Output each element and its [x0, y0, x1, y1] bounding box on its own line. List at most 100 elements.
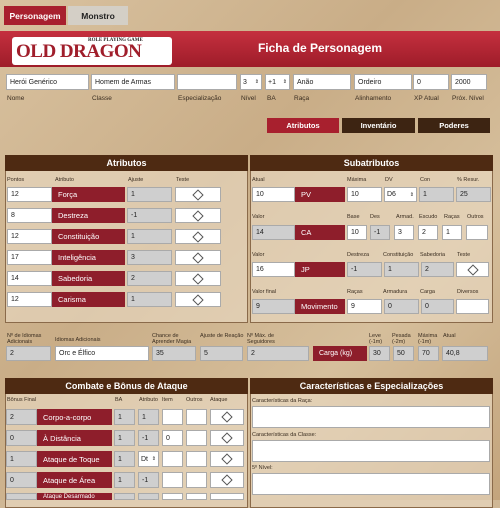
tab-monstro[interactable]: Monstro: [68, 6, 128, 25]
mov-armadura-field: 0: [384, 299, 419, 314]
jp-teste-label: Teste: [457, 252, 471, 258]
idiomas-add-label: Idiomas Adicionais: [55, 337, 101, 343]
dice-icon[interactable]: [210, 430, 244, 446]
combat-item-field[interactable]: [162, 409, 183, 425]
attr-points-carisma[interactable]: 12: [7, 292, 52, 307]
ca-outros-label: Outros: [467, 214, 484, 220]
mov-carga-field: 0: [421, 299, 454, 314]
name-field[interactable]: Herói Genérico: [6, 74, 89, 90]
ca-valor-label: Valor: [252, 214, 265, 220]
pv-atual-field[interactable]: 10: [252, 187, 295, 202]
combat-bonus-field: 2: [6, 409, 37, 425]
mov-carga-label: Carga: [420, 289, 435, 295]
ca-base-field[interactable]: 10: [347, 225, 367, 240]
attr-points-constituicao[interactable]: 12: [7, 229, 52, 244]
xp-label: XP Atual: [414, 95, 439, 102]
seguidores-label: Nº Máx. de Seguidores: [247, 333, 275, 345]
classe-textarea[interactable]: [252, 440, 490, 462]
dice-icon[interactable]: [175, 187, 221, 202]
mov-name: Movimento: [295, 299, 345, 314]
mov-racas-label: Raças: [347, 289, 363, 295]
pv-dv-select[interactable]: D6 ⇕: [384, 187, 417, 202]
attr-points-sabedoria[interactable]: 14: [7, 271, 52, 286]
next-level-label: Próx. Nível: [452, 95, 484, 102]
dice-icon[interactable]: [210, 472, 244, 488]
mov-armadura-label: Armadura: [383, 289, 408, 295]
dice-icon[interactable]: [175, 208, 221, 223]
combat-atributo-select[interactable]: Dt ⇕: [138, 451, 159, 467]
dice-icon[interactable]: [210, 451, 244, 467]
combat-name: Ataque de Área: [37, 472, 112, 488]
col-atributo-combat: Atributo: [139, 397, 158, 403]
combat-outros-field[interactable]: [186, 493, 207, 500]
combat-outros-field[interactable]: [186, 409, 207, 425]
dice-icon[interactable]: [175, 271, 221, 286]
idiomas-add-field[interactable]: Orc e Élfico: [55, 346, 149, 361]
combat-atributo-value: Dt: [141, 455, 148, 463]
dice-icon[interactable]: [210, 493, 244, 500]
combat-outros-field[interactable]: [186, 451, 207, 467]
dice-icon[interactable]: [175, 250, 221, 265]
combat-item-field[interactable]: 0: [162, 430, 183, 446]
tab-poderes[interactable]: Poderes: [418, 118, 490, 133]
tab-inventario[interactable]: Inventário: [342, 118, 415, 133]
combat-atributo-field: -1: [138, 472, 159, 488]
mov-valor-label: Valor final: [252, 289, 277, 295]
dice-icon[interactable]: [175, 292, 221, 307]
pv-con-label: Con: [420, 177, 431, 183]
carga-name: Carga (kg): [313, 346, 367, 361]
tab-personagem[interactable]: Personagem: [4, 6, 66, 25]
maxima-label: Máxima (-1m): [418, 333, 438, 345]
ca-escudo-field[interactable]: 2: [418, 225, 438, 240]
race-field[interactable]: Anão: [293, 74, 351, 90]
ca-racas-field[interactable]: 1: [442, 225, 462, 240]
ba-select[interactable]: +1 ⇕: [265, 74, 290, 90]
dice-icon[interactable]: [210, 409, 244, 425]
attr-points-forca[interactable]: 12: [7, 187, 52, 202]
col-outros: Outros: [186, 397, 203, 403]
combat-ba-field: 1: [114, 409, 135, 425]
mov-racas-field[interactable]: 9: [347, 299, 382, 314]
combat-bonus-field: 0: [6, 430, 37, 446]
idiomas-label: Nº de Idiomas Adicionais: [7, 333, 42, 345]
pesada-label: Pesada (-2m): [392, 333, 411, 345]
ca-base-label: Base: [347, 214, 360, 220]
level-select[interactable]: 3 ⇕: [240, 74, 262, 90]
combat-name: Corpo-a-corpo: [37, 409, 112, 425]
combat-outros-field[interactable]: [186, 430, 207, 446]
specialization-label: Especialização: [178, 95, 222, 102]
specialization-field[interactable]: [177, 74, 237, 90]
combat-ba-field: 1: [114, 451, 135, 467]
pesada-field: 50: [393, 346, 414, 361]
combat-bonus-field: [6, 493, 37, 500]
xp-field[interactable]: 0: [413, 74, 449, 90]
nivel-label: 5º Nível:: [252, 465, 273, 471]
pv-max-field[interactable]: 10: [347, 187, 382, 202]
attr-mod-destreza: -1: [127, 208, 172, 223]
combat-item-field[interactable]: [162, 472, 183, 488]
ca-racas-label: Raças: [444, 214, 460, 220]
next-level-field[interactable]: 2000: [451, 74, 487, 90]
attr-points-destreza[interactable]: 8: [7, 208, 52, 223]
nivel-textarea[interactable]: [252, 473, 490, 495]
ca-armad-field[interactable]: 3: [394, 225, 414, 240]
tab-atributos[interactable]: Atributos: [267, 118, 339, 133]
raca-textarea[interactable]: [252, 406, 490, 428]
dice-icon[interactable]: [175, 229, 221, 244]
jp-constituicao-label: Constituição: [383, 252, 414, 258]
combat-outros-field[interactable]: [186, 472, 207, 488]
mov-diversos-field[interactable]: [456, 299, 489, 314]
alignment-field[interactable]: Ordeiro: [354, 74, 412, 90]
combat-item-field[interactable]: [162, 451, 183, 467]
combat-item-field[interactable]: [162, 493, 183, 500]
attributes-header: Atributos: [5, 155, 248, 171]
jp-valor-field[interactable]: 16: [252, 262, 295, 277]
col-ba: BA: [115, 397, 123, 403]
stepper-icon: ⇕: [254, 79, 259, 85]
dice-icon[interactable]: [456, 262, 489, 277]
attr-points-inteligencia[interactable]: 17: [7, 250, 52, 265]
combat-ba-field: [114, 493, 135, 500]
class-field[interactable]: Homem de Armas: [91, 74, 175, 90]
col-item: Item: [162, 397, 173, 403]
ca-outros-field[interactable]: [466, 225, 488, 240]
